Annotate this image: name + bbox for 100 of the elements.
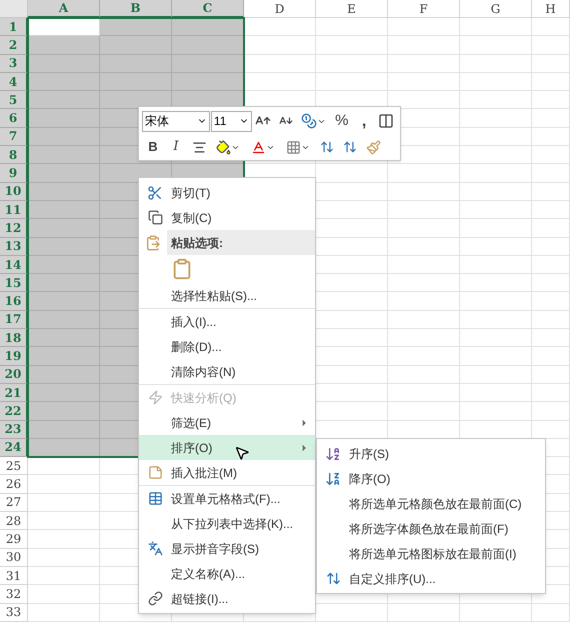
select-all-corner[interactable]: [0, 0, 28, 18]
menu-item[interactable]: 插入批注(M): [139, 460, 315, 485]
menu-item[interactable]: 复制(C): [139, 205, 315, 230]
grid-cell[interactable]: [28, 347, 100, 366]
row-header[interactable]: 11: [0, 200, 28, 220]
grid-cell[interactable]: [28, 366, 100, 384]
column-header[interactable]: C: [172, 0, 244, 18]
grid-cell[interactable]: [28, 182, 100, 201]
row-header[interactable]: 18: [0, 329, 28, 348]
comma-style-button[interactable]: ,: [353, 110, 375, 132]
row-header[interactable]: 29: [0, 530, 28, 549]
grid-cell[interactable]: [100, 91, 172, 110]
row-header[interactable]: 19: [0, 347, 28, 366]
row-header[interactable]: 6: [0, 109, 28, 128]
grid-cell[interactable]: [28, 274, 100, 292]
font-size-dropdown[interactable]: 11: [210, 110, 252, 132]
menu-item[interactable]: 将所选单元格颜色放在最前面(C): [317, 491, 545, 516]
row-header[interactable]: 8: [0, 146, 28, 164]
grid-cell[interactable]: [100, 72, 172, 92]
column-header[interactable]: G: [460, 0, 532, 18]
grid-cell[interactable]: [28, 109, 100, 128]
grid-cell[interactable]: [100, 36, 172, 55]
menu-item[interactable]: 将所选单元格图标放在最前面(I): [317, 541, 545, 566]
grid-cell[interactable]: [28, 310, 100, 330]
row-header[interactable]: 17: [0, 310, 28, 330]
row-header[interactable]: 1: [0, 18, 28, 36]
menu-item[interactable]: 删除(D)...: [139, 334, 315, 359]
grid-cell[interactable]: [28, 402, 100, 421]
menu-item[interactable]: 清除内容(N): [139, 359, 315, 384]
grid-cell[interactable]: [28, 219, 100, 238]
grid-cell[interactable]: [28, 384, 100, 402]
menu-item[interactable]: 设置单元格格式(F)...: [139, 486, 315, 511]
grid-cell[interactable]: [28, 238, 100, 256]
grid-cell[interactable]: [28, 36, 100, 55]
column-header[interactable]: H: [532, 0, 570, 18]
row-header[interactable]: 9: [0, 164, 28, 183]
row-header[interactable]: 32: [0, 585, 28, 604]
menu-item[interactable]: 从下拉列表中选择(K)...: [139, 511, 315, 536]
grid-cell[interactable]: [28, 256, 100, 274]
row-header[interactable]: 10: [0, 182, 28, 201]
menu-item[interactable]: 排序(O): [139, 435, 315, 460]
menu-item[interactable]: 插入(I)...: [139, 309, 315, 334]
row-header[interactable]: 4: [0, 72, 28, 92]
row-header[interactable]: 25: [0, 457, 28, 476]
grid-cell[interactable]: [28, 128, 100, 146]
row-header[interactable]: 16: [0, 292, 28, 311]
row-header[interactable]: 15: [0, 274, 28, 292]
column-header[interactable]: E: [316, 0, 388, 18]
row-header[interactable]: 13: [0, 238, 28, 256]
menu-item[interactable]: 将所选字体颜色放在最前面(F): [317, 516, 545, 541]
menu-item[interactable]: 自定义排序(U)...: [317, 566, 545, 591]
menu-item[interactable]: 选择性粘贴(S)...: [139, 283, 315, 308]
grid-cell[interactable]: [172, 72, 244, 92]
bold-button[interactable]: B: [142, 136, 164, 158]
grid-cell[interactable]: [28, 72, 100, 92]
grid-cell[interactable]: [28, 164, 100, 183]
grid-cell[interactable]: [28, 91, 100, 110]
column-header[interactable]: F: [388, 0, 460, 18]
grid-cell[interactable]: [28, 146, 100, 164]
column-header[interactable]: A: [28, 0, 100, 18]
column-header[interactable]: D: [244, 0, 316, 18]
column-header[interactable]: B: [100, 0, 172, 18]
row-header[interactable]: 24: [0, 438, 28, 458]
grid-cell[interactable]: [100, 54, 172, 73]
row-header[interactable]: 14: [0, 256, 28, 274]
menu-item[interactable]: 升序(S): [317, 441, 545, 466]
grid-cell[interactable]: [28, 18, 100, 36]
grid-cell[interactable]: [28, 54, 100, 73]
row-header[interactable]: 20: [0, 366, 28, 384]
percent-style-button[interactable]: %: [331, 110, 352, 132]
row-header[interactable]: 3: [0, 54, 28, 73]
row-header[interactable]: 12: [0, 219, 28, 238]
menu-item[interactable]: 筛选(E): [139, 410, 315, 435]
paste-option-icon[interactable]: [171, 258, 193, 280]
grid-cell[interactable]: [172, 18, 244, 36]
italic-button[interactable]: I: [165, 136, 187, 158]
row-header[interactable]: 31: [0, 566, 28, 586]
row-header[interactable]: 30: [0, 548, 28, 567]
row-header[interactable]: 22: [0, 402, 28, 421]
grid-cell[interactable]: [28, 329, 100, 348]
row-header[interactable]: 5: [0, 91, 28, 110]
grid-cell[interactable]: [172, 36, 244, 55]
row-header[interactable]: 7: [0, 128, 28, 146]
grid-cell[interactable]: [172, 54, 244, 73]
menu-item[interactable]: 剪切(T): [139, 180, 315, 205]
row-header[interactable]: 21: [0, 384, 28, 402]
menu-item[interactable]: 定义名称(A)...: [139, 561, 315, 586]
row-header[interactable]: 28: [0, 512, 28, 530]
menu-item[interactable]: 显示拼音字段(S): [139, 536, 315, 561]
menu-item[interactable]: 超链接(I)...: [139, 586, 315, 611]
font-name-dropdown[interactable]: 宋体: [142, 110, 210, 132]
grid-cell[interactable]: [28, 200, 100, 220]
row-header[interactable]: 27: [0, 494, 28, 512]
row-header[interactable]: 33: [0, 604, 28, 622]
row-header[interactable]: 2: [0, 36, 28, 55]
row-header[interactable]: 23: [0, 420, 28, 439]
grid-cell[interactable]: [28, 292, 100, 311]
row-header[interactable]: 26: [0, 475, 28, 494]
grid-cell[interactable]: [28, 420, 100, 439]
menu-item[interactable]: 降序(O): [317, 466, 545, 491]
